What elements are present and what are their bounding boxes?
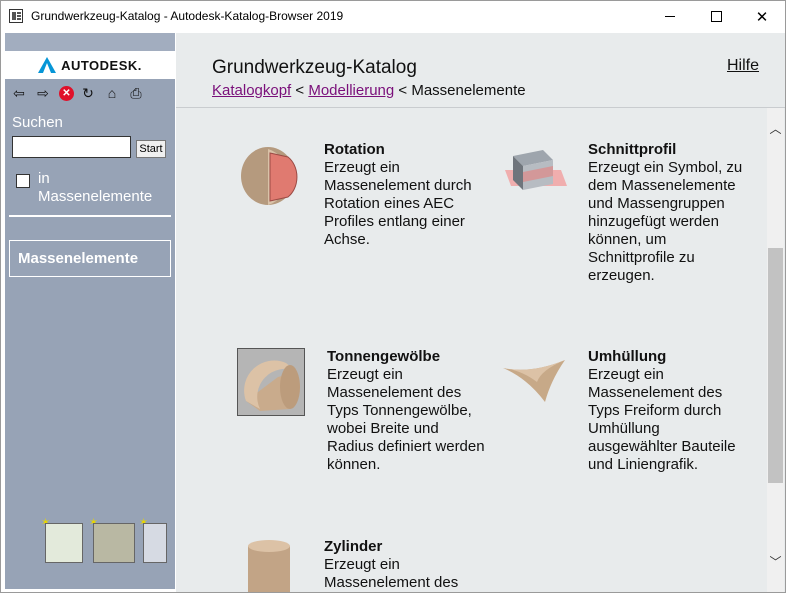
catalog-item-umhuellung[interactable]: Umhüllung Erzeugt ein Massenelement des … — [588, 348, 748, 474]
forward-icon[interactable]: ⇨ — [33, 83, 53, 103]
app-icon — [9, 9, 23, 23]
catalog-item-zylinder[interactable]: Zylinder Erzeugt ein Massenelement des — [324, 538, 484, 592]
close-button[interactable]: ✕ — [739, 1, 785, 32]
window-title: Grundwerkzeug-Katalog - Autodesk-Katalog… — [31, 9, 344, 23]
minimize-icon — [665, 16, 675, 17]
item-description: Erzeugt ein Symbol, zu dem Massenelement… — [588, 159, 743, 284]
item-title: Rotation — [324, 141, 385, 158]
vertical-scrollbar[interactable]: ︿ ﹀ — [767, 108, 784, 592]
scroll-down-icon[interactable]: ﹀ — [767, 553, 784, 569]
breadcrumb-separator: < — [394, 82, 412, 99]
autodesk-logo: AUTODESK. — [5, 51, 175, 79]
maximize-icon — [710, 11, 722, 22]
main-top-strip — [176, 33, 785, 48]
print-icon[interactable]: ⎙ — [126, 83, 146, 103]
new-catalog-icon[interactable] — [45, 523, 83, 563]
back-icon[interactable]: ⇦ — [9, 83, 29, 103]
sidebar-header — [5, 33, 175, 51]
maximize-button[interactable] — [693, 1, 739, 32]
catalog-item-rotation[interactable]: Rotation Erzeugt ein Massenelement durch… — [324, 141, 484, 249]
home-icon[interactable]: ⌂ — [102, 83, 122, 103]
sidebar-divider — [9, 215, 171, 217]
new-category-icon[interactable] — [93, 523, 135, 563]
catalog-item-schnittprofil[interactable]: Schnittprofil Erzeugt ein Symbol, zu dem… — [588, 141, 748, 285]
scroll-thumb[interactable] — [768, 248, 783, 483]
breadcrumb-katalogkopf[interactable]: Katalogkopf — [212, 82, 291, 99]
nav-item-massenelemente[interactable]: Massenelemente — [9, 240, 171, 277]
stop-icon[interactable]: ✕ — [59, 85, 74, 101]
breadcrumb-separator: < — [291, 82, 309, 99]
search-label: Suchen — [12, 114, 63, 131]
page-title: Grundwerkzeug-Katalog — [212, 57, 417, 78]
cylinder-tool-icon[interactable] — [244, 538, 296, 593]
item-title: Umhüllung — [588, 348, 667, 365]
title-bar: Grundwerkzeug-Katalog - Autodesk-Katalog… — [1, 1, 785, 33]
rotation-tool-icon[interactable] — [238, 143, 302, 207]
item-title: Schnittprofil — [588, 141, 677, 158]
navigation-toolbar: ⇦ ⇨ ✕ ↻ ⌂ ⎙ — [5, 81, 175, 105]
logo-text: AUTODESK. — [61, 57, 142, 73]
item-title: Zylinder — [324, 538, 383, 555]
search-input[interactable] — [12, 136, 131, 158]
item-description: Erzeugt ein Massenelement durch Rotation… — [324, 159, 472, 248]
breadcrumb: Katalogkopf < Modellierung < Masseneleme… — [212, 82, 526, 99]
catalog-item-tonnengewoelbe[interactable]: Tonnengewölbe Erzeugt ein Massenelement … — [327, 348, 487, 474]
catalog-content: Rotation Erzeugt ein Massenelement durch… — [176, 108, 766, 593]
page-header: Grundwerkzeug-Katalog Hilfe Katalogkopf … — [176, 47, 785, 107]
help-link[interactable]: Hilfe — [727, 57, 759, 75]
sidebar: AUTODESK. ⇦ ⇨ ✕ ↻ ⌂ ⎙ Suchen Start in Mas… — [5, 33, 175, 589]
section-profile-tool-icon[interactable] — [501, 146, 571, 206]
catalog-browser-window: Grundwerkzeug-Katalog - Autodesk-Katalog… — [0, 0, 786, 593]
scroll-up-icon[interactable]: ︿ — [767, 120, 784, 136]
minimize-button[interactable] — [647, 1, 693, 32]
envelope-tool-icon[interactable] — [501, 356, 569, 406]
search-start-button[interactable]: Start — [136, 140, 166, 158]
breadcrumb-current: Massenelemente — [411, 82, 526, 99]
refresh-icon[interactable]: ↻ — [78, 83, 98, 103]
autodesk-logo-icon — [38, 57, 57, 73]
barrel-vault-shape — [244, 360, 300, 411]
checkbox-label-text: Massenelemente — [38, 188, 153, 205]
item-description: Erzeugt ein Massenelement des — [324, 556, 459, 591]
item-description: Erzeugt ein Massenelement des Typs Tonne… — [327, 366, 485, 473]
item-description: Erzeugt ein Massenelement des Typs Freif… — [588, 366, 736, 473]
new-page-icon[interactable] — [143, 523, 167, 563]
in-massenelemente-checkbox[interactable] — [16, 174, 30, 188]
main-panel: Grundwerkzeug-Katalog Hilfe Katalogkopf … — [176, 33, 785, 593]
checkbox-label: in Massenelemente — [38, 170, 153, 205]
barrel-vault-tool-icon[interactable] — [237, 348, 305, 416]
item-title: Tonnengewölbe — [327, 348, 441, 365]
breadcrumb-modellierung[interactable]: Modellierung — [308, 82, 394, 99]
